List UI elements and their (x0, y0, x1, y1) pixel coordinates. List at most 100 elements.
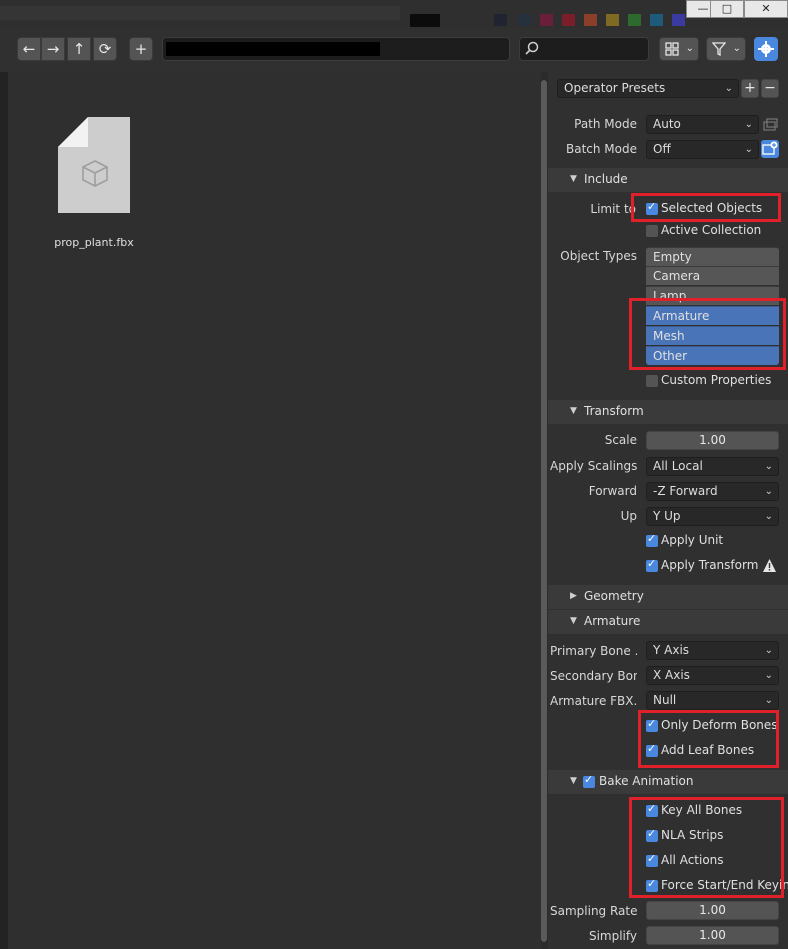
chevron-down-icon: ⌄ (744, 144, 753, 155)
top-strip-blur (0, 6, 400, 20)
redacted-path (166, 42, 380, 56)
path-mode-label: Path Mode (574, 117, 637, 131)
color-swatch (672, 14, 685, 26)
left-edge-strip (0, 72, 8, 949)
refresh-button[interactable]: ⟳ (93, 37, 117, 61)
up-axis-dropdown[interactable]: Y Up ⌄ (646, 507, 779, 526)
filter-dropdown[interactable]: ⌄ (706, 37, 746, 61)
apply-unit-label: Apply Unit (661, 533, 724, 547)
refresh-icon: ⟳ (98, 40, 112, 58)
file-item[interactable]: prop_plant.fbx (50, 112, 138, 257)
armature-section-header[interactable]: ▼ Armature (548, 610, 788, 634)
chevron-down-icon: ⌄ (764, 645, 773, 656)
highlight-box (638, 710, 779, 768)
active-collection-label: Active Collection (661, 223, 762, 237)
filter-icon (712, 42, 726, 56)
geometry-section-header[interactable]: ▶ Geometry (548, 585, 788, 609)
scrollbar[interactable] (541, 80, 547, 942)
chevron-down-icon: ⌄ (685, 43, 694, 54)
batch-mode-dropdown[interactable]: Off ⌄ (646, 140, 759, 159)
bake-animation-section-header[interactable]: ▼ Bake Animation (548, 770, 788, 794)
new-folder-icon: + (134, 40, 148, 58)
color-swatch (494, 14, 507, 26)
thumbnail-grid-icon (665, 42, 679, 56)
expand-arrow-icon: ▼ (570, 616, 577, 626)
secondary-bone-axis-dropdown[interactable]: X Axis ⌄ (646, 666, 779, 685)
custom-properties-label: Custom Properties (661, 373, 772, 387)
apply-unit-checkbox[interactable] (646, 532, 658, 547)
back-icon: ← (22, 40, 36, 58)
custom-properties-checkbox[interactable] (646, 375, 658, 387)
armature-fbx-node-type-label: Armature FBX... (550, 694, 637, 708)
highlight-box (629, 298, 786, 370)
transform-section-header[interactable]: ▼ Transform (548, 400, 788, 424)
primary-bone-axis-dropdown[interactable]: Y Axis ⌄ (646, 641, 779, 660)
armature-fbx-node-type-dropdown[interactable]: Null ⌄ (646, 691, 779, 710)
warning-icon (763, 559, 776, 572)
sampling-rate-label: Sampling Rate (550, 904, 637, 918)
color-swatch (540, 14, 553, 26)
close-button[interactable]: ✕ (744, 0, 788, 18)
add-preset-button[interactable]: + (741, 79, 759, 98)
simplify-field[interactable]: 1.00 (646, 926, 779, 945)
new-folder-icon (762, 141, 778, 155)
color-swatch (606, 14, 619, 26)
file-3d-icon (58, 117, 130, 213)
up-label: Up (620, 509, 637, 523)
expand-arrow-icon: ▼ (570, 406, 577, 416)
include-section-header[interactable]: ▼ Include (548, 168, 788, 192)
maximize-button[interactable]: □ (710, 0, 744, 18)
forward-axis-dropdown[interactable]: -Z Forward ⌄ (646, 482, 779, 501)
expand-arrow-icon: ▼ (570, 174, 577, 184)
object-types-label: Object Types (560, 249, 637, 263)
active-collection-checkbox[interactable] (646, 225, 658, 237)
forward-icon: → (46, 40, 60, 58)
new-folder-button[interactable]: + (129, 37, 153, 61)
color-swatch (562, 14, 575, 26)
primary-bone-axis-label: Primary Bone ... (550, 644, 637, 658)
expand-arrow-icon: ▼ (570, 776, 577, 786)
remove-preset-button[interactable]: − (761, 79, 779, 98)
parent-directory-icon: ↑ (72, 40, 86, 58)
chevron-down-icon: ⌄ (764, 486, 773, 497)
object-type-camera[interactable]: Camera (646, 266, 779, 285)
back-button[interactable]: ← (17, 37, 41, 61)
color-swatch (584, 14, 597, 26)
display-mode-dropdown[interactable]: ⌄ (659, 37, 699, 61)
bake-animation-checkbox[interactable] (583, 773, 595, 788)
chevron-down-icon: ⌄ (732, 43, 741, 54)
secondary-bone-axis-label: Secondary Bon... (550, 669, 637, 683)
chevron-down-icon: ⌄ (744, 119, 753, 130)
embed-textures-toggle[interactable] (761, 116, 779, 134)
parent-directory-button[interactable]: ↑ (67, 37, 91, 61)
apply-transform-label: Apply Transform (661, 558, 759, 572)
apply-scalings-dropdown[interactable]: All Local ⌄ (646, 457, 779, 476)
object-type-empty[interactable]: Empty (646, 247, 779, 266)
apply-transform-checkbox[interactable] (646, 557, 658, 572)
color-swatch (628, 14, 641, 26)
top-strip (0, 0, 788, 28)
color-swatch (650, 14, 663, 26)
scale-label: Scale (604, 433, 637, 447)
sampling-rate-field[interactable]: 1.00 (646, 901, 779, 920)
chevron-down-icon: ⌄ (724, 83, 733, 94)
path-mode-dropdown[interactable]: Auto ⌄ (646, 115, 759, 134)
forward-button[interactable]: → (41, 37, 65, 61)
forward-label: Forward (588, 484, 637, 498)
collapsed-arrow-icon: ▶ (570, 591, 577, 601)
highlight-box (631, 193, 781, 222)
search-icon (525, 41, 539, 55)
chevron-down-icon: ⌄ (764, 670, 773, 681)
scale-field[interactable]: 1.00 (646, 431, 779, 450)
operator-presets-dropdown[interactable]: Operator Presets ⌄ (557, 79, 739, 98)
chevron-down-icon: ⌄ (764, 511, 773, 522)
file-name: prop_plant.fbx (54, 236, 134, 249)
batch-mode-label: Batch Mode (565, 142, 637, 156)
batch-own-dir-toggle[interactable] (761, 140, 779, 158)
settings-toggle-button[interactable] (754, 37, 778, 61)
simplify-label: Simplify (588, 929, 637, 943)
black-swatch (410, 14, 440, 27)
highlight-box (629, 797, 784, 898)
limit-to-label: Limit to (590, 202, 636, 216)
color-swatch (518, 14, 531, 26)
